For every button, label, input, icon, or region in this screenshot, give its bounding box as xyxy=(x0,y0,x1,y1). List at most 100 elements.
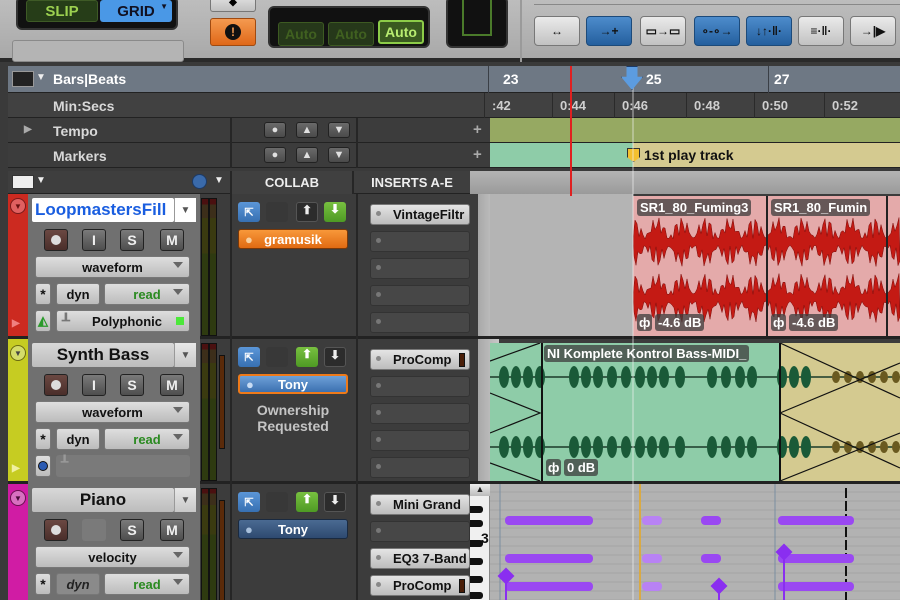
download-button[interactable]: ⬇ xyxy=(324,347,346,367)
insert-slot-b[interactable] xyxy=(370,521,470,542)
track-menu-button[interactable]: ▼ xyxy=(10,345,26,361)
dyn-button[interactable]: dyn xyxy=(56,573,100,595)
insert-slot-d[interactable] xyxy=(370,285,470,306)
collab-user-badge[interactable]: ● Tony xyxy=(238,519,348,539)
track-view-select[interactable]: waveform xyxy=(35,256,190,278)
black-key[interactable] xyxy=(470,592,483,599)
track-menu-button[interactable]: ▼ xyxy=(10,198,26,214)
markers-down-button[interactable]: ▼ xyxy=(328,147,350,163)
upload-button[interactable]: ⬆ xyxy=(296,347,318,367)
insert-slot-e[interactable] xyxy=(370,312,470,333)
upload-button[interactable]: ⬆ xyxy=(296,492,318,512)
automation-mode-select[interactable]: read xyxy=(104,573,190,595)
black-key[interactable] xyxy=(470,506,483,513)
track-menu-button[interactable]: ▼ xyxy=(10,490,26,506)
insert-slot-d[interactable]: ProComp xyxy=(370,575,470,596)
slip-mode-button[interactable]: SLIP xyxy=(26,0,98,22)
grid-mode-button[interactable]: GRID ▼ xyxy=(100,0,172,22)
black-key[interactable] xyxy=(470,558,483,565)
input-monitor-button[interactable]: I xyxy=(82,229,106,251)
automation-mode-select[interactable]: read xyxy=(104,283,190,305)
insert-slot-a[interactable]: ProComp xyxy=(370,349,470,370)
insert-slot-d[interactable] xyxy=(370,430,470,451)
record-arm-button[interactable] xyxy=(44,229,68,251)
auto-button-2[interactable]: Auto xyxy=(328,22,374,46)
insert-slot-c[interactable]: EQ3 7-Band xyxy=(370,548,470,569)
track-view-select[interactable]: waveform xyxy=(35,401,190,423)
elastic-audio-select[interactable]: ┸ Polyphonic xyxy=(56,310,190,332)
upload-button[interactable]: ⬆ xyxy=(296,202,318,222)
chevron-down-icon[interactable]: ▼ xyxy=(36,175,46,186)
clock-icon[interactable] xyxy=(192,174,207,189)
elastic-tempo-icon[interactable]: ◭ xyxy=(35,310,51,332)
clip-tool-button[interactable]: ▭→▭ xyxy=(640,16,686,46)
dyn-button[interactable]: dyn xyxy=(56,283,100,305)
add-tempo-icon[interactable]: + xyxy=(473,121,482,138)
collab-user-badge[interactable]: ● Tony xyxy=(238,374,348,394)
dyn-button[interactable]: dyn xyxy=(56,428,100,450)
track-name-dropdown[interactable]: ▼ xyxy=(174,198,196,222)
chevron-down-icon[interactable]: ▼ xyxy=(214,175,224,186)
piano-keyboard[interactable]: ▲ 3 xyxy=(470,484,490,600)
clip-gain-value[interactable]: 0 dB xyxy=(564,459,599,476)
insert-slot-c[interactable] xyxy=(370,403,470,424)
auto-button-1[interactable]: Auto xyxy=(278,22,324,46)
clip-name[interactable]: SR1_80_Fuming3 xyxy=(637,199,752,216)
markers-up-button[interactable]: ▲ xyxy=(296,147,318,163)
insert-slot-b[interactable] xyxy=(370,376,470,397)
clip-gain-icon[interactable]: ф xyxy=(637,314,653,331)
nudge-tool-button[interactable]: →|▶ xyxy=(850,16,896,46)
clip-name[interactable]: NI Komplete Kontrol Bass-MIDI_ xyxy=(544,345,750,362)
asterisk-button[interactable]: * xyxy=(35,428,51,450)
clip-name[interactable]: SR1_80_Fumin xyxy=(771,199,871,216)
track-name-dropdown[interactable]: ▼ xyxy=(174,488,196,512)
tempo-person-button[interactable]: ● xyxy=(264,122,286,138)
track-view-select[interactable]: velocity xyxy=(35,546,190,568)
insert-slot-e[interactable] xyxy=(370,457,470,478)
track-name-field[interactable]: Piano xyxy=(32,488,174,512)
add-marker-icon[interactable]: + xyxy=(473,146,482,163)
black-key[interactable] xyxy=(470,576,483,583)
record-arm-button[interactable] xyxy=(44,519,68,541)
marker-lane-before[interactable] xyxy=(490,143,633,167)
black-key[interactable] xyxy=(470,520,483,527)
insert-slot-b[interactable] xyxy=(370,231,470,252)
clip-gain-value[interactable]: -4.6 dB xyxy=(655,314,705,331)
solo-button[interactable]: S xyxy=(120,229,144,251)
insert-slot-a[interactable]: VintageFiltr xyxy=(370,204,470,225)
mute-button[interactable]: M xyxy=(160,519,184,541)
solo-button[interactable]: S xyxy=(120,519,144,541)
spacing-tool-button[interactable]: ↓↑·‖· xyxy=(746,16,792,46)
markers-person-button[interactable]: ● xyxy=(264,147,286,163)
scroll-up-button[interactable]: ▲ xyxy=(470,484,490,496)
speech-bubble-button[interactable]: ◆ xyxy=(210,0,256,12)
asterisk-button[interactable]: * xyxy=(35,573,51,595)
tempo-down-button[interactable]: ▼ xyxy=(328,122,350,138)
asterisk-button[interactable]: * xyxy=(35,283,51,305)
clip-gain-icon[interactable]: ф xyxy=(771,314,787,331)
auto-button-3[interactable]: Auto xyxy=(378,20,424,44)
collab-user-badge[interactable]: ● gramusik xyxy=(238,229,348,249)
share-button[interactable]: ⇱ xyxy=(238,492,260,512)
expand-triangle-icon[interactable]: ▶ xyxy=(24,124,32,135)
solo-button[interactable]: S xyxy=(120,374,144,396)
expand-triangle-icon[interactable]: ▶ xyxy=(12,318,20,329)
expand-triangle-icon[interactable]: ▶ xyxy=(12,463,20,474)
insert-slot-a[interactable]: Mini Grand xyxy=(370,494,470,515)
track-name-dropdown[interactable]: ▼ xyxy=(174,343,196,367)
track-name-field[interactable]: Synth Bass xyxy=(32,343,174,367)
insert-slot-c[interactable] xyxy=(370,258,470,279)
mute-button[interactable]: M xyxy=(160,229,184,251)
grid-tool-button[interactable]: ≡·‖· xyxy=(798,16,844,46)
marker-label[interactable]: 1st play track xyxy=(644,147,734,163)
ruler-menu-icon[interactable] xyxy=(12,71,34,87)
zoom-tool-button[interactable]: ↔ xyxy=(534,16,580,46)
midi-editor[interactable] xyxy=(490,484,900,600)
download-button[interactable]: ⬇ xyxy=(324,202,346,222)
input-monitor-button[interactable]: I xyxy=(82,374,106,396)
download-button[interactable]: ⬇ xyxy=(324,492,346,512)
mute-button[interactable]: M xyxy=(160,374,184,396)
track-list-icon[interactable] xyxy=(12,175,34,189)
track-name-field[interactable]: LoopmastersFill xyxy=(32,198,174,222)
timebase-button[interactable] xyxy=(35,455,51,477)
